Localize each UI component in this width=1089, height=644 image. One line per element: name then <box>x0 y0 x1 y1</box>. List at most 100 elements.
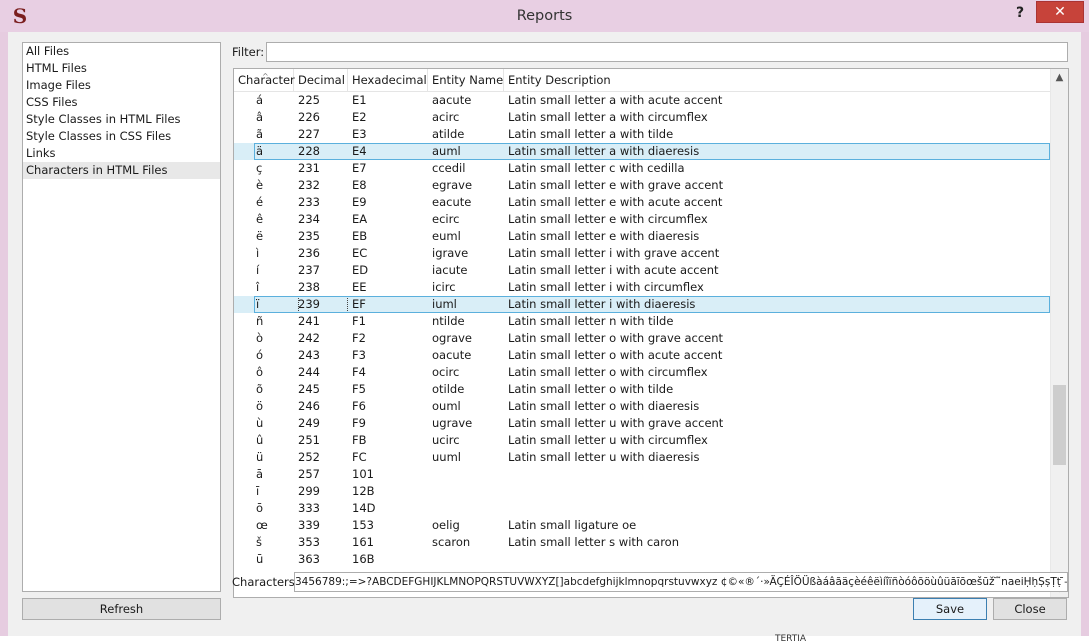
column-header-entity-name[interactable]: Entity Name <box>428 69 504 91</box>
column-header-character[interactable]: ^ Character <box>234 69 295 91</box>
entity-name-cell: otilde <box>432 382 465 396</box>
table-row[interactable]: ù 249 F9 ugrave Latin small letter u with gr… <box>234 415 1050 432</box>
table-row[interactable]: ī 299 12B <box>234 483 1050 500</box>
table-row[interactable]: ā 257 101 <box>234 466 1050 483</box>
table-row[interactable]: ó 243 F3 oacute Latin small letter o with ac… <box>234 347 1050 364</box>
entity-description-cell: Latin small letter u with circumflex <box>508 433 708 447</box>
filter-input[interactable] <box>266 42 1068 62</box>
table-row[interactable]: õ 245 F5 otilde Latin small letter o with ti… <box>234 381 1050 398</box>
decimal-cell: 353 <box>298 535 320 549</box>
table-row[interactable]: â 226 E2 acirc Latin small letter a with cir… <box>234 109 1050 126</box>
decimal-cell: 231 <box>298 161 320 175</box>
entity-name-cell: egrave <box>432 178 473 192</box>
column-header-entity-description[interactable]: Entity Description <box>504 69 1050 91</box>
table-row[interactable]: ū 363 16B <box>234 551 1050 568</box>
hexadecimal-cell: EC <box>352 246 368 260</box>
characters-field[interactable]: 3456789:;=>?ABCDEFGHIJKLMNOPQRSTUVWXYZ[]… <box>294 572 1068 592</box>
table-row[interactable]: í 237 ED iacute Latin small letter i with ac… <box>234 262 1050 279</box>
decimal-cell: 226 <box>298 110 320 124</box>
hexadecimal-cell: 101 <box>352 467 374 481</box>
table-row[interactable]: é 233 E9 eacute Latin small letter e with ac… <box>234 194 1050 211</box>
table-row[interactable]: ò 242 F2 ograve Latin small letter o with gr… <box>234 330 1050 347</box>
column-header-decimal[interactable]: Decimal <box>294 69 348 91</box>
sidebar-item[interactable]: HTML Files <box>23 60 220 77</box>
table-row[interactable]: ì 236 EC igrave Latin small letter i with gr… <box>234 245 1050 262</box>
table-row[interactable]: š 353 161 scaron Latin small letter s with c… <box>234 534 1050 551</box>
decimal-cell: 333 <box>298 501 320 515</box>
decimal-cell: 239 <box>298 296 348 313</box>
scrollbar-thumb[interactable] <box>1053 385 1066 465</box>
entity-description-cell: Latin small letter a with diaeresis <box>508 144 700 158</box>
column-header-hexadecimal[interactable]: Hexadecimal <box>348 69 428 91</box>
character-cell: ä <box>256 144 264 158</box>
hexadecimal-cell: EE <box>352 280 367 294</box>
scroll-up-arrow-icon[interactable]: ▲ <box>1051 69 1068 86</box>
table-row[interactable]: ç 231 E7 ccedil Latin small letter c with ce… <box>234 160 1050 177</box>
sidebar-item[interactable]: Image Files <box>23 77 220 94</box>
table-row[interactable]: ñ 241 F1 ntilde Latin small letter n with ti… <box>234 313 1050 330</box>
table-row[interactable]: ü 252 FC uuml Latin small letter u with diae… <box>234 449 1050 466</box>
entity-name-cell <box>432 483 504 500</box>
sidebar-item[interactable]: Characters in HTML Files <box>23 162 220 179</box>
refresh-button[interactable]: Refresh <box>22 598 221 620</box>
table-row[interactable]: ï 239 EF iuml Latin small letter i with diae… <box>234 296 1050 313</box>
entity-name-cell: atilde <box>432 127 465 141</box>
character-cell: û <box>256 433 264 447</box>
table-row[interactable]: œ 339 153 oelig Latin small ligature oe <box>234 517 1050 534</box>
character-cell: ë <box>256 229 264 243</box>
help-button[interactable]: ? <box>1008 2 1032 24</box>
entity-description-cell: Latin small ligature oe <box>508 518 637 532</box>
entity-name-cell: ugrave <box>432 416 473 430</box>
entity-description-cell: Latin small letter i with grave accent <box>508 246 720 260</box>
close-button[interactable]: Close <box>993 598 1067 620</box>
sidebar-item[interactable]: Style Classes in HTML Files <box>23 111 220 128</box>
entity-description-cell <box>508 551 1048 568</box>
entity-name-cell: ocirc <box>432 365 460 379</box>
entity-name-cell: ouml <box>432 399 461 413</box>
table-row[interactable]: ã 227 E3 atilde Latin small letter a with ti… <box>234 126 1050 143</box>
character-cell: ô <box>256 365 264 379</box>
character-cell: ï <box>256 297 260 311</box>
table-row[interactable]: á 225 E1 aacute Latin small letter a with ac… <box>234 92 1050 109</box>
entity-description-cell: Latin small letter o with diaeresis <box>508 399 700 413</box>
table-row[interactable]: î 238 EE icirc Latin small letter i with cir… <box>234 279 1050 296</box>
save-button[interactable]: Save <box>913 598 987 620</box>
table-row[interactable]: ö 246 F6 ouml Latin small letter o with diae… <box>234 398 1050 415</box>
table-row[interactable]: ô 244 F4 ocirc Latin small letter o with cir… <box>234 364 1050 381</box>
window-close-button[interactable]: ✕ <box>1036 1 1084 23</box>
hexadecimal-cell: F6 <box>352 399 366 413</box>
decimal-cell: 225 <box>298 93 320 107</box>
table-row[interactable]: ō 333 14D <box>234 500 1050 517</box>
decimal-cell: 243 <box>298 348 320 362</box>
sidebar-item[interactable]: CSS Files <box>23 94 220 111</box>
character-cell: è <box>256 178 264 192</box>
entity-description-cell: Latin small letter o with grave accent <box>508 331 724 345</box>
table-row[interactable]: è 232 E8 egrave Latin small letter e with gr… <box>234 177 1050 194</box>
sidebar-item[interactable]: All Files <box>23 43 220 60</box>
table-row[interactable]: û 251 FB ucirc Latin small letter u with cir… <box>234 432 1050 449</box>
entity-name-cell <box>432 500 504 517</box>
hexadecimal-cell: E4 <box>352 144 367 158</box>
table-row[interactable]: ë 235 EB euml Latin small letter e with diae… <box>234 228 1050 245</box>
sort-ascending-icon: ^ <box>262 72 269 81</box>
character-cell: ñ <box>256 314 264 328</box>
vertical-scrollbar[interactable]: ▲ ▼ <box>1050 69 1068 597</box>
hexadecimal-cell: E1 <box>352 93 367 107</box>
entity-description-cell: Latin small letter a with tilde <box>508 127 674 141</box>
reports-window: S Reports ? ✕ All Files HTML Files Image F… <box>0 0 1089 644</box>
background-window <box>0 636 1089 644</box>
report-type-list[interactable]: All Files HTML Files Image Files CSS Files S… <box>22 42 221 592</box>
decimal-cell: 251 <box>298 433 320 447</box>
character-cell: ç <box>256 161 263 175</box>
character-cell: œ <box>256 518 268 532</box>
character-cell: š <box>256 535 262 549</box>
table-row[interactable]: ê 234 EA ecirc Latin small letter e with cir… <box>234 211 1050 228</box>
entity-name-cell: ograve <box>432 331 472 345</box>
table-row[interactable]: ä 228 E4 auml Latin small letter a with diae… <box>234 143 1050 160</box>
entity-name-cell: iuml <box>432 297 457 311</box>
sidebar-item[interactable]: Style Classes in CSS Files <box>23 128 220 145</box>
table-header: ^ Character Decimal Hexadecimal Entity N… <box>234 69 1050 92</box>
title-bar: S Reports ? ✕ <box>0 0 1089 32</box>
sidebar-item[interactable]: Links <box>23 145 220 162</box>
decimal-cell: 228 <box>298 144 320 158</box>
